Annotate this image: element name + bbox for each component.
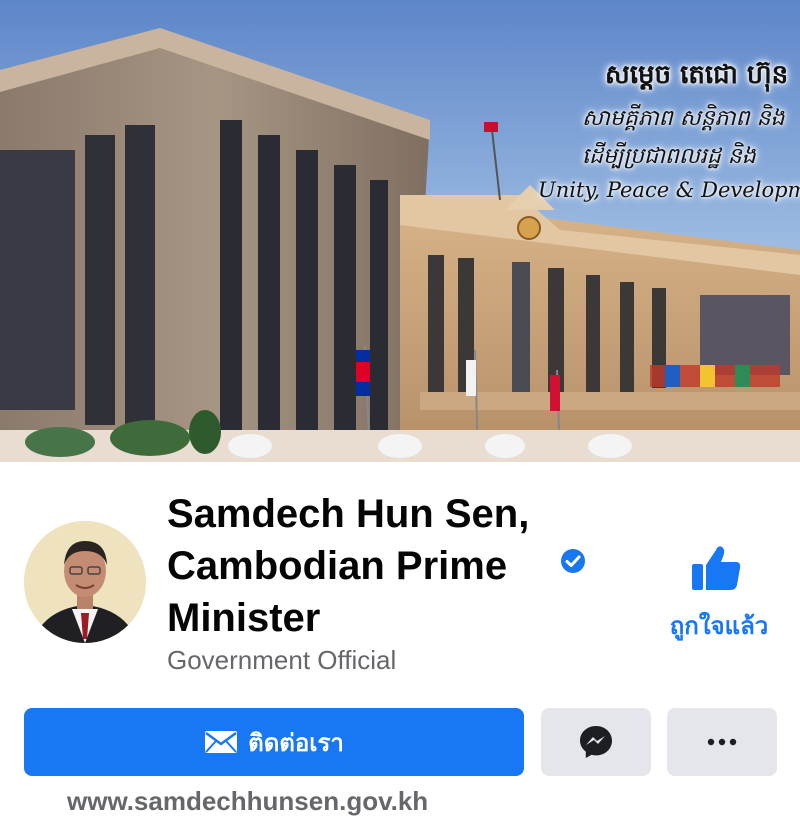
cover-slogan: Unity, Peace & Development for a <box>538 178 800 202</box>
profile-avatar[interactable] <box>24 521 146 643</box>
avatar-portrait <box>24 521 146 643</box>
like-status-label[interactable]: ถูกใจแล้ว <box>660 606 778 645</box>
page-category: Government Official <box>167 645 397 675</box>
cover-subtitle-line-1: សាមគ្គីភាព សន្តិភាព និង <box>582 106 785 131</box>
verified-badge-icon <box>561 549 585 573</box>
messenger-button[interactable] <box>541 708 651 776</box>
messenger-icon <box>580 726 612 758</box>
contact-us-button[interactable]: ติดต่อเรา <box>24 708 524 776</box>
more-dots-icon <box>707 738 737 746</box>
cover-subtitle-line-2: ដើម្បីប្រជាពលរដ្ឋ និង <box>582 144 756 169</box>
cover-photo[interactable]: សម្ដេច តេជោ ហ៊ុន សាមគ្គីភាព សន្តិភាព និង… <box>0 0 800 462</box>
contact-us-label: ติดต่อเรา <box>248 728 344 757</box>
website-link[interactable]: www.samdechhunsen.gov.kh <box>67 786 428 817</box>
page-title: Samdech Hun Sen, Cambodian Prime Ministe… <box>167 492 530 640</box>
envelope-icon <box>205 731 238 753</box>
thumbs-up-icon[interactable] <box>690 544 742 592</box>
more-options-button[interactable] <box>667 708 777 776</box>
cover-title: សម្ដេច តេជោ ហ៊ុន <box>605 60 789 90</box>
